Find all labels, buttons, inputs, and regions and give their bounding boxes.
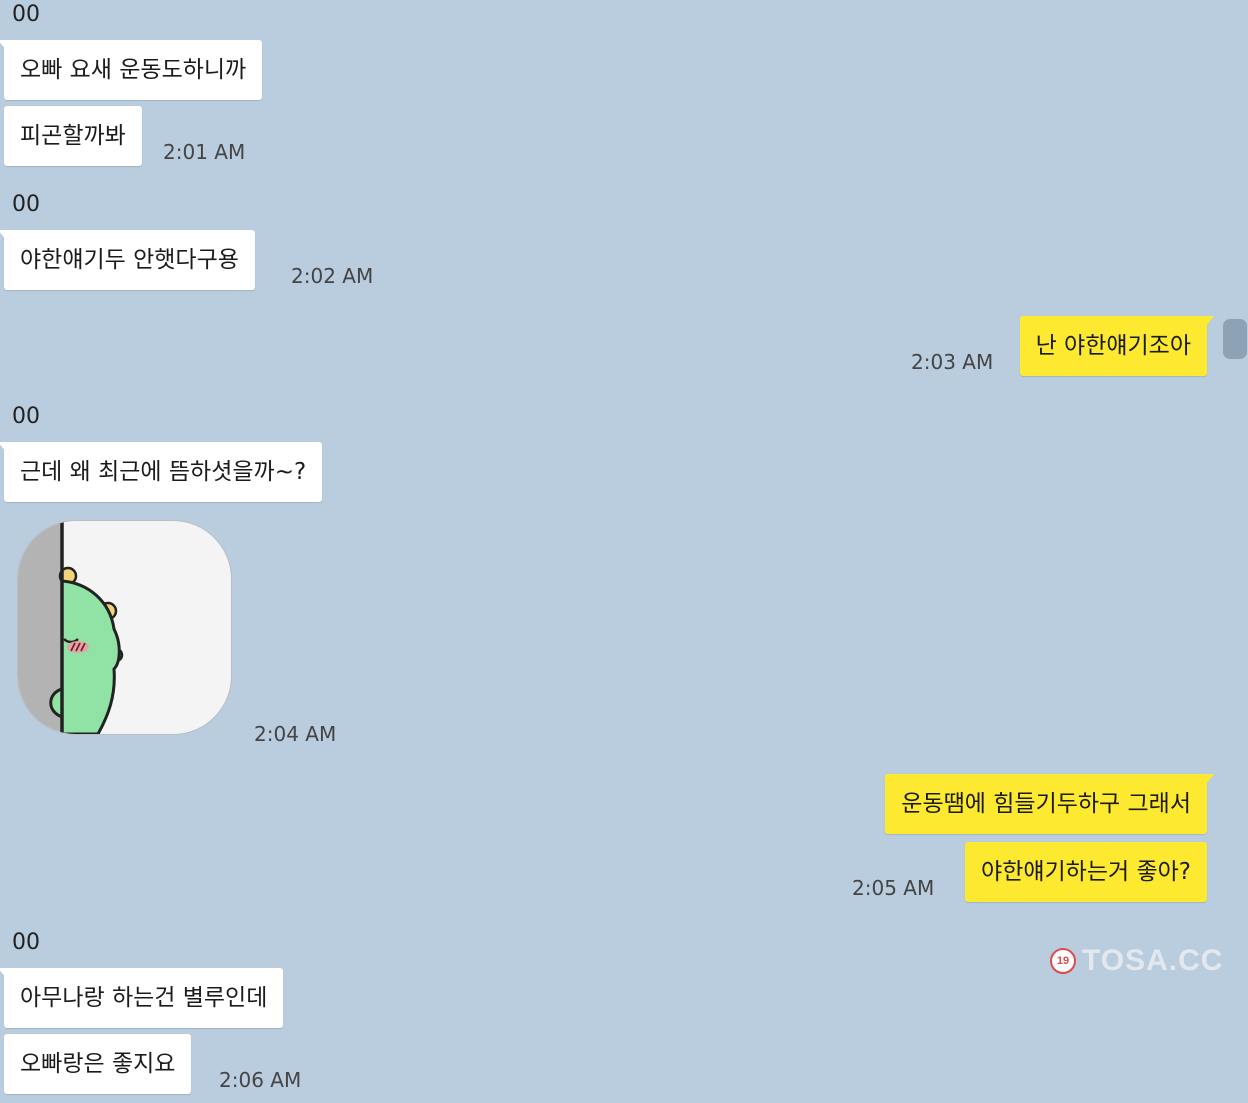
message-timestamp: 2:05 AM [852,876,935,900]
incoming-message-bubble[interactable]: 아무나랑 하는건 별루인데 [0,968,284,1028]
outgoing-message-bubble[interactable]: 난 야한얘기조아 [1019,316,1215,376]
watermark-text: TOSA.CC [1082,944,1224,977]
sender-name: 00 [12,2,40,27]
message-timestamp: 2:04 AM [254,722,337,746]
sender-name: 00 [12,404,40,429]
incoming-message-bubble[interactable]: 피곤할까봐 [4,106,142,166]
scrollbar-thumb[interactable] [1223,319,1247,359]
sender-name: 00 [12,930,40,955]
incoming-message-bubble[interactable]: 오빠랑은 좋지요 [4,1034,192,1094]
site-watermark: 19 TOSA.CC [1050,943,1223,979]
outgoing-message-bubble[interactable]: 야한얘기하는거 좋아? [965,842,1207,902]
message-timestamp: 2:01 AM [163,140,246,164]
incoming-message-bubble[interactable]: 야한얘기두 안햇다구용 [0,230,255,290]
dinosaur-sticker-icon [18,521,124,734]
peeking-dinosaur-sticker[interactable] [18,521,231,734]
age-19-badge-icon: 19 [1050,948,1076,974]
outgoing-message-bubble[interactable]: 운동땜에 힘들기두하구 그래서 [885,774,1214,834]
message-timestamp: 2:02 AM [291,264,374,288]
message-timestamp: 2:03 AM [911,350,994,374]
message-timestamp: 2:06 AM [219,1068,302,1092]
incoming-message-bubble[interactable]: 근데 왜 최근에 뜸하셧을까~? [0,442,323,502]
incoming-message-bubble[interactable]: 오빠 요새 운동도하니까 [0,40,263,100]
sender-name: 00 [12,192,40,217]
